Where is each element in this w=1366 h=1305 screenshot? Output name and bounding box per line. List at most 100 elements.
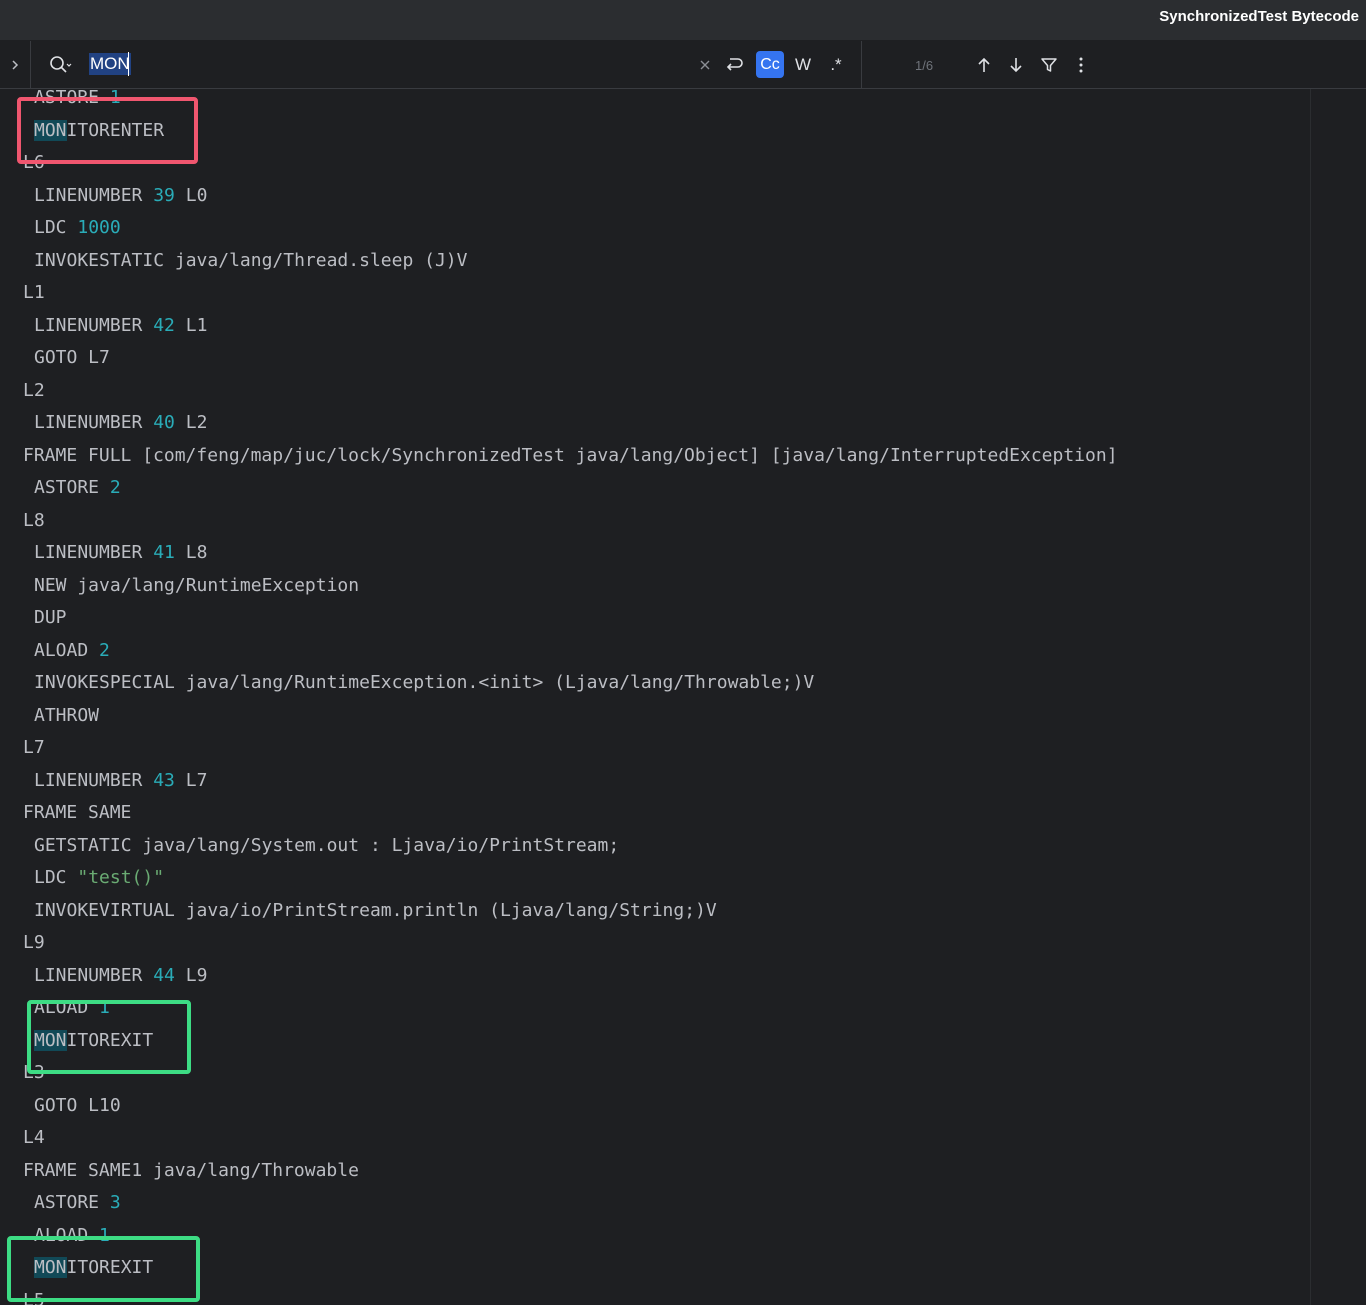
code-instruction: L1: [23, 282, 45, 303]
code-line: NEW java/lang/RuntimeException: [34, 570, 359, 602]
code-instruction: ATHROW: [34, 704, 100, 726]
code-label-ref: L1: [174, 314, 208, 336]
search-history-button[interactable]: [48, 53, 74, 77]
code-instruction: DUP: [34, 607, 67, 628]
highlight-box-monitorexit-1: [27, 1000, 191, 1074]
code-line: DUP: [34, 602, 67, 634]
code-instruction: FRAME SAME1 java/lang/Throwable: [23, 1159, 359, 1181]
code-instruction: INVOKEVIRTUAL java/io/PrintStream.printl…: [34, 899, 717, 921]
code-line: FRAME SAME: [23, 797, 131, 829]
highlight-box-monitorenter: [17, 97, 198, 164]
previous-match-button[interactable]: [973, 53, 995, 77]
code-instruction: FRAME FULL [com/feng/map/juc/lock/Synchr…: [23, 444, 1118, 466]
code-instruction: NEW java/lang/RuntimeException: [34, 574, 360, 596]
search-icon: [50, 56, 72, 73]
code-instruction: L2: [23, 379, 45, 401]
code-instruction: ALOAD: [34, 639, 89, 661]
arrow-down-icon: [1010, 58, 1022, 73]
code-label-ref: L0: [174, 184, 208, 206]
bytecode-editor[interactable]: ASTORE 1 MONITORENTER L6 LINENUMBER 39 L0 LD…: [0, 89, 1310, 1305]
more-options-button[interactable]: [1072, 53, 1090, 77]
code-instruction: LINENUMBER: [34, 769, 143, 791]
code-number: 3: [109, 1192, 121, 1213]
code-line: GETSTATIC java/lang/System.out : Ljava/i…: [34, 830, 619, 862]
code-number: 2: [99, 639, 110, 661]
regex-button[interactable]: .*: [825, 53, 847, 77]
code-line: INVOKESPECIAL java/lang/RuntimeException…: [34, 667, 814, 699]
code-number: 44: [153, 964, 175, 986]
match-case-button[interactable]: Cc: [756, 51, 784, 78]
code-instruction: INVOKESTATIC java/lang/Thread.sleep (J)V: [34, 249, 468, 271]
code-instruction: ASTORE: [34, 477, 100, 498]
code-instruction: ASTORE: [34, 1192, 100, 1213]
code-instruction: LDC: [34, 867, 67, 888]
code-instruction: LINENUMBER: [34, 964, 143, 986]
code-instruction: GETSTATIC java/lang/System.out : Ljava/i…: [34, 834, 620, 856]
code-line: L9: [23, 927, 45, 959]
clear-search-button[interactable]: [696, 55, 714, 75]
code-line: L2: [23, 375, 45, 407]
right-gutter-divider: [1310, 89, 1311, 1305]
code-line: LDC "test()": [34, 862, 164, 894]
next-match-button[interactable]: [1005, 53, 1027, 77]
text-caret: [128, 52, 129, 76]
code-line: LDC 1000: [34, 212, 121, 244]
code-line: FRAME SAME1 java/lang/Throwable: [23, 1155, 359, 1187]
more-vertical-icon: [1079, 57, 1083, 73]
code-number: 43: [153, 769, 175, 791]
code-label-ref: L8: [174, 542, 208, 563]
code-label-ref: L7: [174, 769, 208, 791]
code-instruction: L7: [23, 737, 45, 758]
search-bar: MON Cc W .* 1/6: [0, 41, 1366, 89]
code-instruction: GOTO L10: [34, 1094, 121, 1116]
new-line-button[interactable]: [722, 53, 746, 77]
code-instruction: LINENUMBER: [34, 412, 143, 433]
highlight-box-monitorexit-2: [7, 1236, 200, 1302]
code-line: LINENUMBER 41 L8: [34, 537, 207, 569]
code-instruction: LINENUMBER: [34, 314, 143, 336]
search-input[interactable]: MON: [89, 53, 131, 75]
code-label-ref: L2: [174, 412, 208, 433]
arrow-up-icon: [978, 57, 990, 72]
code-instruction: L4: [23, 1127, 45, 1148]
match-count: 1/6: [915, 58, 934, 73]
code-number: 39: [153, 184, 175, 206]
return-arrow-icon: [726, 58, 743, 71]
filter-button[interactable]: [1038, 53, 1060, 77]
code-instruction: L8: [23, 509, 45, 531]
code-line: INVOKESTATIC java/lang/Thread.sleep (J)V: [34, 245, 467, 277]
title-bar: SynchronizedTest Bytecode: [0, 0, 1366, 40]
filter-icon: [1041, 58, 1057, 72]
code-number: 1000: [77, 217, 121, 238]
window-title: SynchronizedTest Bytecode: [1159, 8, 1359, 25]
code-instruction: LDC: [34, 217, 67, 238]
code-line: FRAME FULL [com/feng/map/juc/lock/Synchr…: [23, 440, 1118, 472]
code-instruction: GOTO L7: [34, 347, 110, 368]
code-instruction: LINENUMBER: [34, 542, 143, 563]
code-line: LINENUMBER 42 L1: [34, 310, 207, 342]
code-instruction: L9: [23, 932, 45, 953]
code-line: ASTORE 3: [34, 1187, 121, 1219]
code-instruction: LINENUMBER: [34, 184, 143, 206]
code-line: ATHROW: [34, 700, 99, 732]
code-label-ref: L9: [174, 964, 208, 986]
expand-toggle[interactable]: [0, 41, 31, 88]
code-line: L1: [23, 277, 45, 309]
code-line: GOTO L10: [34, 1090, 121, 1122]
code-line: ALOAD 2: [34, 635, 110, 667]
code-number: 42: [153, 314, 175, 336]
code-line: INVOKEVIRTUAL java/io/PrintStream.printl…: [34, 895, 717, 927]
toolbar-divider: [861, 41, 862, 88]
whole-words-button[interactable]: W: [793, 53, 813, 77]
code-line: LINENUMBER 39 L0: [34, 180, 207, 212]
code-line: LINENUMBER 40 L2: [34, 407, 207, 439]
code-line: LINENUMBER 43 L7: [34, 765, 207, 797]
code-number: 40: [153, 412, 175, 433]
code-line: GOTO L7: [34, 342, 110, 374]
chevron-right-icon: [12, 59, 19, 70]
code-line: ASTORE 2: [34, 472, 121, 504]
code-line: L8: [23, 505, 45, 537]
code-instruction: FRAME SAME: [23, 802, 132, 823]
code-instruction: INVOKESPECIAL java/lang/RuntimeException…: [34, 672, 815, 693]
code-number: 41: [153, 542, 175, 563]
